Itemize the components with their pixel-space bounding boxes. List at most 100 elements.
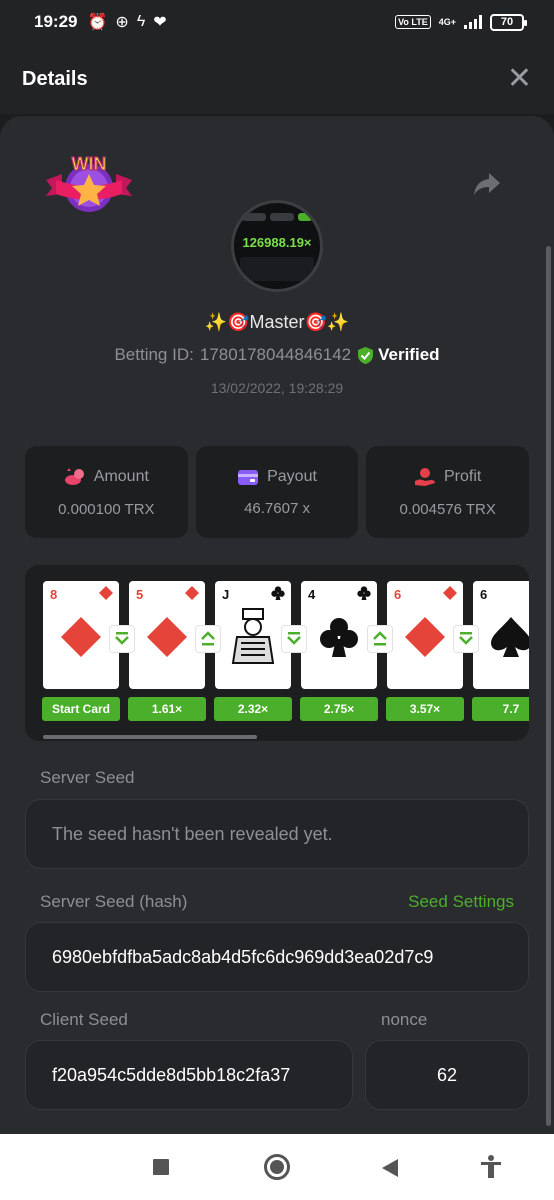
nonce-label: nonce bbox=[381, 1010, 428, 1029]
win-badge-text: WIN bbox=[72, 154, 107, 174]
vertical-scrollbar[interactable] bbox=[546, 246, 551, 1126]
card-multiplier: 2.75× bbox=[300, 697, 378, 721]
card-rank: 4 bbox=[308, 587, 316, 602]
win-badge-icon: WIN bbox=[46, 153, 132, 212]
playing-card: 6 bbox=[473, 581, 529, 689]
server-seed-field: The seed hasn't been revealed yet. bbox=[25, 799, 529, 869]
client-seed-field[interactable]: f20a954c5dde8d5bb18c2fa37 bbox=[25, 1040, 353, 1110]
card-history-row: 8 Start Card 5 1.61× J 2.32× 4 2.75× 6 3.57× 6 7.7 bbox=[42, 581, 529, 721]
higher-guess-icon bbox=[367, 625, 393, 653]
coins-icon bbox=[64, 467, 84, 485]
card-multiplier: 2.32× bbox=[214, 697, 292, 721]
playing-card: 6 bbox=[387, 581, 463, 689]
battery-icon: 70 bbox=[490, 13, 527, 31]
higher-guess-icon bbox=[195, 625, 221, 653]
avatar: 126988.19× bbox=[231, 200, 323, 292]
details-header: Details ✕ bbox=[0, 44, 554, 114]
details-sheet: WIN 126988.19× ✨🎯Master🎯✨ Betting ID: 17… bbox=[0, 116, 554, 1134]
recent-apps-icon[interactable] bbox=[153, 1159, 169, 1175]
playing-card: 8 bbox=[43, 581, 119, 689]
diamond-suit-icon bbox=[99, 586, 113, 600]
card-item: 6 7.7 bbox=[472, 581, 529, 721]
spade-suit-large-icon bbox=[491, 617, 529, 657]
app-icon: ⊕ bbox=[115, 14, 129, 31]
status-bar: 19:29 ⏰ ⊕ ϟ ❤ Vo LTE 4G+ 70 bbox=[0, 0, 554, 44]
back-icon[interactable] bbox=[380, 1158, 400, 1178]
diamond-suit-large-icon bbox=[61, 617, 101, 657]
shield-check-icon bbox=[358, 346, 374, 364]
stat-payout: Payout 46.7607 x bbox=[195, 446, 359, 538]
card-multiplier: 7.7 bbox=[472, 697, 529, 721]
diamond-suit-large-icon bbox=[405, 617, 445, 657]
stat-label: Payout bbox=[267, 467, 317, 485]
seed-settings-link[interactable]: Seed Settings bbox=[408, 892, 514, 912]
server-seed-hash-label: Server Seed (hash) bbox=[40, 892, 188, 911]
card-rank: J bbox=[222, 587, 230, 602]
card-history[interactable]: 8 Start Card 5 1.61× J 2.32× 4 2.75× 6 3.57× 6 7.7 bbox=[25, 565, 529, 741]
volte-icon: Vo LTE bbox=[395, 15, 431, 29]
stat-value: 0.004576 TRX bbox=[399, 500, 496, 518]
club-suit-large-icon bbox=[320, 618, 358, 657]
share-icon[interactable] bbox=[472, 168, 502, 198]
card-rank: 8 bbox=[50, 587, 58, 602]
stats-row: Amount 0.000100 TRX Payout 46.7607 x Pro… bbox=[25, 446, 530, 538]
club-suit-icon bbox=[271, 586, 285, 600]
lower-guess-icon bbox=[281, 625, 307, 653]
verified-label: Verified bbox=[378, 345, 440, 364]
alarm-icon: ⏰ bbox=[87, 14, 108, 31]
android-nav-bar bbox=[0, 1134, 554, 1200]
card-item: 6 3.57× bbox=[386, 581, 479, 721]
close-icon[interactable]: ✕ bbox=[507, 64, 532, 94]
playing-card: 4 bbox=[301, 581, 377, 689]
home-icon[interactable] bbox=[264, 1154, 290, 1180]
stat-label: Profit bbox=[444, 467, 482, 485]
status-time: 19:29 bbox=[34, 12, 78, 31]
diamond-suit-icon bbox=[443, 586, 457, 600]
username: ✨🎯Master🎯✨ bbox=[204, 312, 350, 332]
diamond-suit-icon bbox=[185, 586, 199, 600]
wallet-icon bbox=[238, 469, 259, 485]
club-suit-icon bbox=[357, 586, 371, 600]
card-multiplier: 1.61× bbox=[128, 697, 206, 721]
betting-id-value: 1780178044846142 bbox=[199, 345, 352, 364]
card-item: 8 Start Card bbox=[42, 581, 135, 721]
bet-timestamp: 13/02/2022, 19:28:29 bbox=[210, 380, 344, 396]
battery-level: 70 bbox=[500, 15, 514, 28]
stat-value: 46.7607 x bbox=[244, 499, 310, 517]
jack-face-icon bbox=[231, 608, 275, 664]
stat-profit: Profit 0.004576 TRX bbox=[366, 446, 530, 538]
card-rank: 6 bbox=[394, 587, 402, 602]
betting-id-row: Betting ID: 1780178044846142 Verified bbox=[0, 345, 554, 365]
heart-check-icon: ❤ bbox=[153, 14, 167, 31]
stat-value: 0.000100 TRX bbox=[58, 500, 155, 518]
avatar-multiplier: 126988.19× bbox=[242, 235, 312, 250]
verified-badge: Verified bbox=[357, 345, 440, 365]
card-item: 4 2.75× bbox=[300, 581, 393, 721]
network-type: 4G+ bbox=[438, 17, 456, 27]
playing-card: J bbox=[215, 581, 291, 689]
status-icons: ⏰ ⊕ ϟ ❤ bbox=[87, 12, 166, 32]
card-rank: 5 bbox=[136, 587, 144, 602]
playing-card: 5 bbox=[129, 581, 205, 689]
nonce-field[interactable]: 62 bbox=[365, 1040, 529, 1110]
card-multiplier: Start Card bbox=[42, 697, 120, 721]
lower-guess-icon bbox=[453, 625, 479, 653]
page-title: Details bbox=[22, 67, 88, 90]
card-item: 5 1.61× bbox=[128, 581, 221, 721]
lower-guess-icon bbox=[109, 625, 135, 653]
card-item: J 2.32× bbox=[214, 581, 307, 721]
server-seed-hash-field[interactable]: 6980ebfdfba5adc8ab4d5fc6dc969dd3ea02d7c9 bbox=[25, 922, 529, 992]
signal-icon bbox=[464, 15, 482, 29]
bolt-icon: ϟ bbox=[136, 13, 146, 30]
card-rank: 6 bbox=[480, 587, 488, 602]
card-multiplier: 3.57× bbox=[386, 697, 464, 721]
client-seed-label: Client Seed bbox=[40, 1010, 128, 1029]
horizontal-scrollbar[interactable] bbox=[43, 735, 257, 739]
stat-label: Amount bbox=[93, 467, 149, 485]
accessibility-icon[interactable] bbox=[480, 1155, 502, 1179]
stat-amount: Amount 0.000100 TRX bbox=[25, 446, 188, 538]
money-hand-icon bbox=[415, 467, 435, 486]
server-seed-label: Server Seed bbox=[40, 768, 135, 787]
diamond-suit-large-icon bbox=[147, 617, 187, 657]
betting-id-label: Betting ID: bbox=[114, 345, 194, 364]
